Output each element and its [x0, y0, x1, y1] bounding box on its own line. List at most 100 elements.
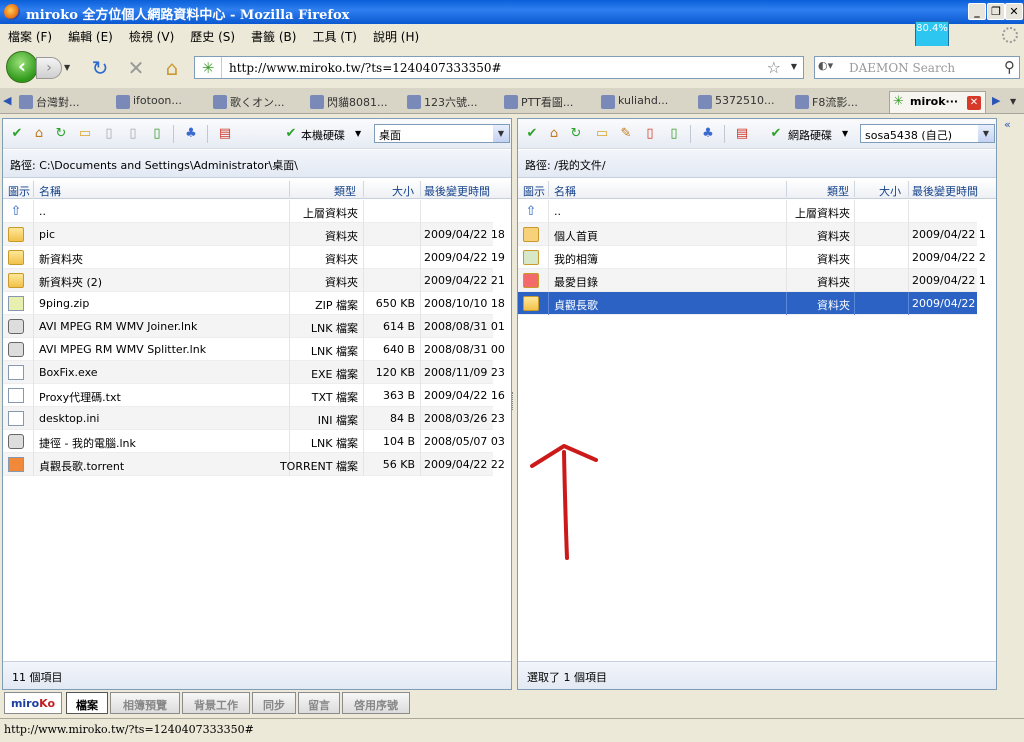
history-dropdown-icon[interactable]: ▼	[64, 63, 70, 72]
rename-icon[interactable]: ✎	[618, 126, 634, 142]
file-row[interactable]: AVI MPEG RM WMV Splitter.lnk LNK 檔案 640 B 2…	[3, 338, 505, 361]
col-type[interactable]: 類型	[334, 183, 356, 199]
file-row[interactable]: 個人首頁 資料夾 2009/04/22 1	[518, 223, 986, 246]
url-text[interactable]: http://www.miroko.tw/?ts=1240407333350#	[229, 61, 502, 75]
refresh-check-icon[interactable]: ✔	[524, 126, 540, 142]
close-tab-icon[interactable]: ✕	[967, 96, 981, 110]
close-window-button[interactable]: ✕	[1005, 3, 1023, 20]
account-select[interactable]: sosa5438 (自己) ▼	[860, 124, 995, 143]
menu-item[interactable]: 說明 (H)	[365, 24, 427, 45]
file-row[interactable]: BoxFix.exe EXE 檔案 120 KB 2008/11/09 23	[3, 361, 505, 384]
browser-tab[interactable]: 台灣對...	[16, 91, 114, 113]
stop-icon[interactable]: ✕	[124, 56, 148, 80]
file-row[interactable]: 貞觀長歌.torrent TORRENT 檔案 56 KB 2009/04/22 22	[3, 453, 505, 476]
tabs-scroll-left-icon[interactable]: ◀	[3, 94, 11, 107]
file-row[interactable]: ⇧.. 上層資料夾	[3, 200, 493, 223]
app-tab[interactable]: 背景工作	[182, 692, 250, 714]
location-dropdown-icon[interactable]: ▼	[842, 129, 848, 138]
home-folder-icon[interactable]: ⌂	[31, 126, 47, 142]
col-size[interactable]: 大小	[879, 183, 901, 199]
browser-tab[interactable]: 閃貓8081...	[307, 91, 405, 113]
bookmark-star-icon[interactable]: ☆	[767, 58, 781, 77]
refresh-check-icon[interactable]: ✔	[9, 126, 25, 142]
transfer-icon[interactable]: ▤	[734, 126, 750, 142]
file-row[interactable]: 捷徑 - 我的電腦.lnk LNK 檔案 104 B 2008/05/07 03	[3, 430, 505, 453]
file-row[interactable]: AVI MPEG RM WMV Joiner.lnk LNK 檔案 614 B 200…	[3, 315, 505, 338]
search-bar[interactable]: ◐▾ DAEMON Search ⚲	[814, 56, 1020, 79]
search-placeholder[interactable]: DAEMON Search	[849, 61, 955, 75]
menu-item[interactable]: 檢視 (V)	[121, 24, 182, 45]
location-label[interactable]: 本機硬碟	[301, 127, 345, 143]
file-row[interactable]: pic 資料夾 2009/04/22 18	[3, 223, 505, 246]
reload-icon[interactable]: ↻	[568, 126, 584, 142]
menu-item[interactable]: 工具 (T)	[304, 24, 365, 45]
miroko-logo-tab[interactable]: miroKo	[4, 692, 62, 714]
rename-icon[interactable]: ▯	[101, 126, 117, 142]
file-row[interactable]: 新資料夾 資料夾 2009/04/22 19	[3, 246, 505, 269]
pane-splitter[interactable]	[512, 392, 516, 410]
app-tab[interactable]: 同步	[252, 692, 296, 714]
browser-tab[interactable]: 123六號...	[404, 91, 502, 113]
forward-button[interactable]: ›	[36, 57, 62, 79]
back-button[interactable]: ‹	[6, 51, 38, 83]
reload-icon[interactable]: ↻	[53, 126, 69, 142]
file-row[interactable]: 最愛目錄 資料夾 2009/04/22 1	[518, 269, 986, 292]
browser-tab[interactable]: PTT看圖...	[501, 91, 599, 113]
menu-item[interactable]: 編輯 (E)	[60, 24, 121, 45]
minimize-button[interactable]: _	[968, 3, 986, 20]
file-row[interactable]: desktop.ini INI 檔案 84 B 2008/03/26 23	[3, 407, 505, 430]
file-row[interactable]: 9ping.zip ZIP 檔案 650 KB 2008/10/10 18	[3, 292, 505, 315]
col-modified[interactable]: 最後變更時間	[424, 183, 490, 199]
browser-tab[interactable]: kuliahd...	[598, 91, 696, 113]
tabs-list-icon[interactable]: ▼	[1010, 97, 1016, 106]
collapse-panel-icon[interactable]: «	[1004, 118, 1011, 131]
location-label[interactable]: 網路硬碟	[788, 127, 832, 143]
file-row[interactable]: 貞觀長歌 資料夾 2009/04/22 2	[518, 292, 986, 315]
upload-file-icon[interactable]: ▯	[149, 126, 165, 142]
col-icon[interactable]: 圖示	[523, 183, 545, 199]
browser-tab[interactable]: ifotoon...	[113, 91, 211, 113]
file-row[interactable]: Proxy代理碼.txt TXT 檔案 363 B 2009/04/22 16	[3, 384, 505, 407]
app-tab[interactable]: 留言	[298, 692, 340, 714]
menu-item[interactable]: 歷史 (S)	[182, 24, 243, 45]
menu-item[interactable]: 檔案 (F)	[0, 24, 60, 45]
reload-icon[interactable]: ↻	[88, 56, 112, 80]
restore-button[interactable]: ❐	[987, 3, 1005, 20]
search-icon[interactable]: ⚲	[1004, 58, 1015, 76]
browser-tab[interactable]: 歌くオン...	[210, 91, 308, 113]
chevron-down-icon[interactable]: ▼	[493, 125, 509, 142]
file-row[interactable]: 我的相簿 資料夾 2009/04/22 2	[518, 246, 986, 269]
browser-tab[interactable]: ✳ mirok··· ✕	[889, 91, 986, 113]
search-engine-icon[interactable]: ◐▾	[818, 59, 846, 77]
home-icon[interactable]: ⌂	[160, 56, 184, 80]
chevron-down-icon[interactable]: ▼	[978, 125, 994, 142]
col-name[interactable]: 名稱	[39, 183, 61, 199]
folder-select[interactable]: 桌面 ▼	[374, 124, 510, 143]
location-dropdown-icon[interactable]: ▼	[355, 129, 361, 138]
share-users-icon[interactable]: ♣	[700, 126, 716, 142]
delete-file-icon[interactable]: ▯	[642, 126, 658, 142]
transfer-icon[interactable]: ▤	[217, 126, 233, 142]
url-dropdown-icon[interactable]: ▼	[791, 62, 797, 71]
menu-item[interactable]: 書籤 (B)	[243, 24, 304, 45]
browser-tab[interactable]: F8流影...	[792, 91, 890, 113]
app-tab[interactable]: 啓用序號	[342, 692, 410, 714]
new-folder-icon[interactable]: ▭	[594, 126, 610, 142]
app-tab[interactable]: 相簿預覽	[110, 692, 180, 714]
delete-file-icon[interactable]: ▯	[125, 126, 141, 142]
tabs-scroll-right-icon[interactable]: ▶	[992, 94, 1000, 107]
col-type[interactable]: 類型	[827, 183, 849, 199]
url-bar[interactable]: ✳ http://www.miroko.tw/?ts=1240407333350…	[194, 56, 804, 79]
new-folder-icon[interactable]: ▭	[77, 126, 93, 142]
col-name[interactable]: 名稱	[554, 183, 576, 199]
col-modified[interactable]: 最後變更時間	[912, 183, 978, 199]
share-users-icon[interactable]: ♣	[183, 126, 199, 142]
file-row[interactable]: 新資料夾 (2) 資料夾 2009/04/22 21	[3, 269, 505, 292]
col-icon[interactable]: 圖示	[8, 183, 30, 199]
home-folder-icon[interactable]: ⌂	[546, 126, 562, 142]
app-tab[interactable]: 檔案	[66, 692, 108, 714]
download-file-icon[interactable]: ▯	[666, 126, 682, 142]
file-row[interactable]: ⇧.. 上層資料夾	[518, 200, 977, 223]
browser-tab[interactable]: 5372510...	[695, 91, 793, 113]
col-size[interactable]: 大小	[392, 183, 414, 199]
